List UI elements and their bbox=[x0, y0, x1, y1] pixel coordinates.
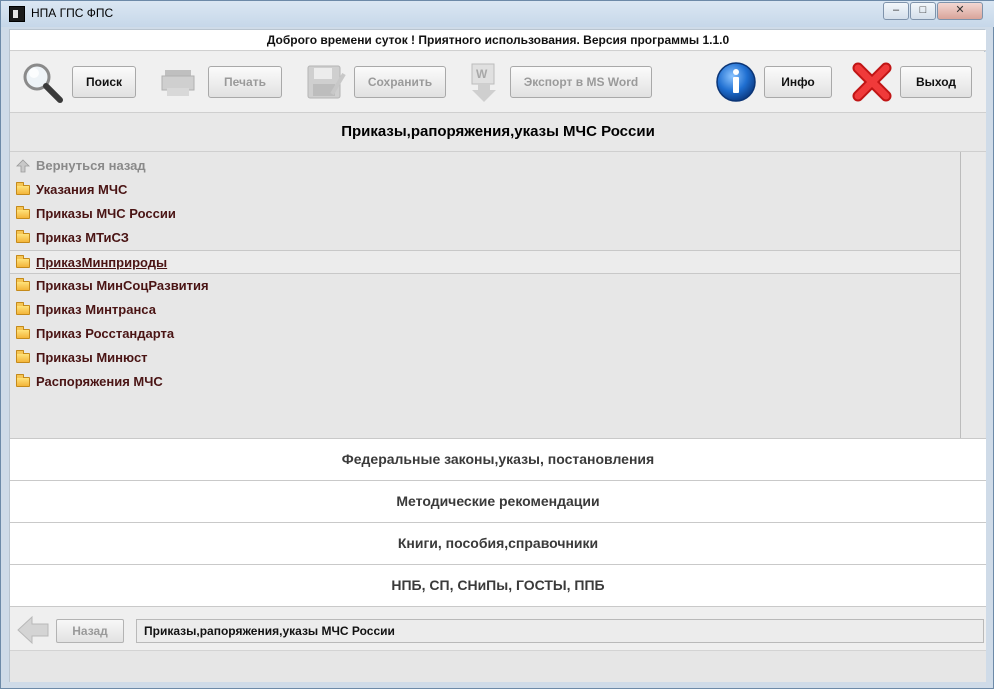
toolbar: Поиск Печать Сохранить W Экспорт в MS Wo… bbox=[10, 52, 986, 112]
list-item-label: Приказ Минтранса bbox=[36, 302, 156, 317]
list-item[interactable]: Приказ МТиСЗ bbox=[10, 226, 960, 250]
print-button[interactable]: Печать bbox=[208, 66, 282, 98]
list-item[interactable]: Распоряжения МЧС bbox=[10, 370, 960, 394]
list-item[interactable]: Приказ Минтранса bbox=[10, 298, 960, 322]
back-list-label: Вернуться назад bbox=[36, 158, 146, 173]
list-item[interactable]: Указания МЧС bbox=[10, 178, 960, 202]
magnifier-icon[interactable] bbox=[20, 60, 64, 104]
folder-icon bbox=[16, 182, 30, 195]
list-item[interactable]: Приказы Минюст bbox=[10, 346, 960, 370]
close-window-button[interactable]: ✕ bbox=[937, 2, 983, 20]
navigation-bar: Назад Приказы,рапоряжения,указы МЧС Росс… bbox=[10, 606, 986, 650]
folder-icon bbox=[16, 255, 30, 268]
list-item-label: Распоряжения МЧС bbox=[36, 374, 163, 389]
list-item[interactable]: Приказы МЧС России bbox=[10, 202, 960, 226]
status-bar bbox=[10, 650, 986, 682]
maximize-button[interactable]: □ bbox=[910, 2, 936, 20]
category-methodical-button[interactable]: Методические рекомендации bbox=[10, 480, 986, 522]
app-icon bbox=[9, 6, 25, 22]
up-arrow-icon bbox=[16, 159, 30, 173]
list-item-label: Приказ МТиСЗ bbox=[36, 230, 129, 245]
minimize-button[interactable]: – bbox=[883, 2, 909, 20]
list-item-selected[interactable]: ПриказМинприроды bbox=[10, 250, 960, 274]
list-scrollbar[interactable] bbox=[960, 152, 985, 438]
current-path-field: Приказы,рапоряжения,указы МЧС России bbox=[136, 619, 984, 643]
list-item-label: Приказы Минюст bbox=[36, 350, 148, 365]
category-books-button[interactable]: Книги, пособия,справочники bbox=[10, 522, 986, 564]
category-federal-laws-button[interactable]: Федеральные законы,указы, постановления bbox=[10, 438, 986, 480]
back-button[interactable]: Назад bbox=[56, 619, 124, 643]
section-header[interactable]: Приказы,рапоряжения,указы МЧС России bbox=[10, 112, 986, 152]
info-icon[interactable] bbox=[714, 60, 758, 104]
greeting-text: Доброго времени суток ! Приятного исполь… bbox=[10, 30, 986, 51]
red-x-icon[interactable] bbox=[850, 60, 894, 104]
list-item[interactable]: Приказ Росстандарта bbox=[10, 322, 960, 346]
word-export-icon: W bbox=[471, 63, 496, 102]
folder-icon bbox=[16, 302, 30, 315]
back-list-item[interactable]: Вернуться назад bbox=[10, 154, 960, 178]
folder-icon bbox=[16, 230, 30, 243]
app-window: НПА ГПС ФПС – □ ✕ Доброго времени суток … bbox=[0, 0, 994, 689]
list-item-label: Приказ Росстандарта bbox=[36, 326, 175, 341]
save-button[interactable]: Сохранить bbox=[354, 66, 446, 98]
folder-icon bbox=[16, 278, 30, 291]
folder-list: Вернуться назад Указания МЧС Приказы МЧС… bbox=[10, 152, 986, 438]
folder-icon bbox=[16, 326, 30, 339]
category-standards-button[interactable]: НПБ, СП, СНиПы, ГОСТЫ, ППБ bbox=[10, 564, 986, 606]
list-item-label: ПриказМинприроды bbox=[36, 255, 168, 270]
list-item-label: Приказы МЧС России bbox=[36, 206, 176, 221]
folder-icon bbox=[16, 206, 30, 219]
export-word-button[interactable]: Экспорт в MS Word bbox=[510, 66, 652, 98]
title-bar: НПА ГПС ФПС – □ ✕ bbox=[1, 1, 994, 27]
search-button[interactable]: Поиск bbox=[72, 66, 136, 98]
folder-icon bbox=[16, 350, 30, 363]
main-content: Доброго времени суток ! Приятного исполь… bbox=[9, 29, 986, 682]
list-item-label: Приказы МинСоцРазвития bbox=[36, 278, 209, 293]
exit-button[interactable]: Выход bbox=[900, 66, 972, 98]
folder-icon bbox=[16, 374, 30, 387]
svg-text:W: W bbox=[476, 67, 488, 81]
back-arrow-icon[interactable] bbox=[16, 615, 50, 645]
printer-icon bbox=[161, 70, 195, 96]
info-button[interactable]: Инфо bbox=[764, 66, 832, 98]
floppy-disk-icon bbox=[307, 65, 346, 99]
window-title: НПА ГПС ФПС bbox=[31, 6, 114, 20]
list-item-label: Указания МЧС bbox=[36, 182, 128, 197]
list-item[interactable]: Приказы МинСоцРазвития bbox=[10, 274, 960, 298]
